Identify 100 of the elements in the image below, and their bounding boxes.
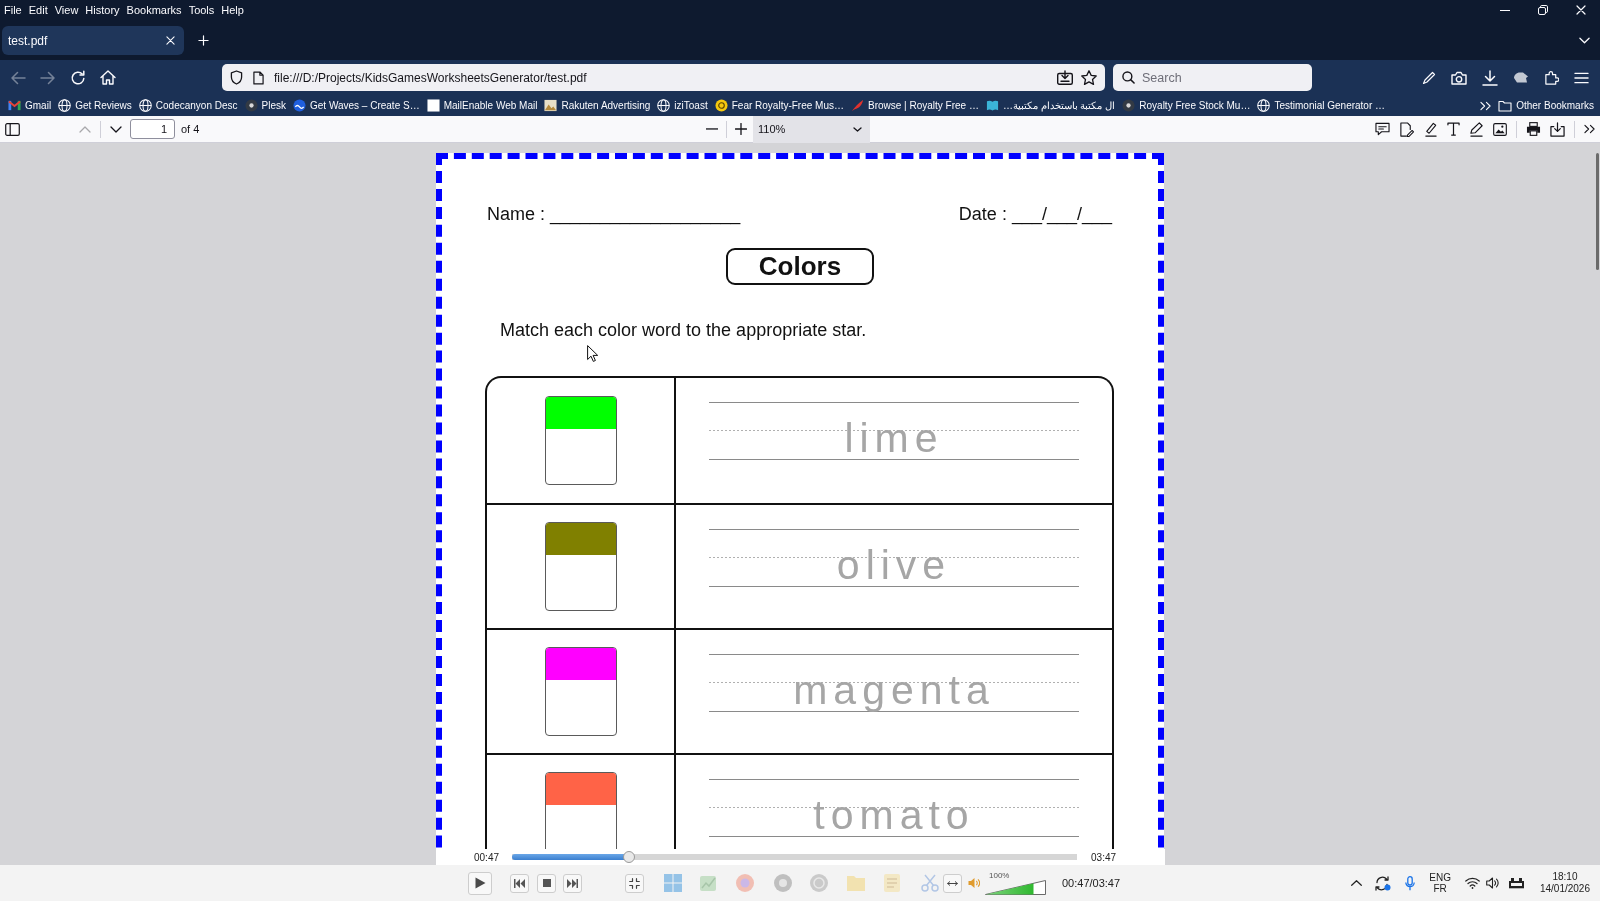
bookmark-item[interactable]: Plesk xyxy=(244,95,286,116)
pen-icon[interactable] xyxy=(1422,70,1436,85)
globe-icon xyxy=(1257,99,1271,112)
bookmark-item[interactable]: Testimonial Generator … xyxy=(1257,95,1386,116)
picture-icon xyxy=(544,99,558,112)
bookmark-item[interactable]: Browse | Royalty Free … xyxy=(850,95,979,116)
speaker-icon[interactable] xyxy=(1485,877,1499,889)
microphone-icon[interactable] xyxy=(1405,875,1416,891)
date-label: Date : xyxy=(958,203,1007,225)
feather-icon xyxy=(850,99,864,112)
worksheet-title: Colors xyxy=(726,248,874,285)
globe-icon xyxy=(58,99,72,112)
play-button[interactable] xyxy=(468,871,492,895)
sync-icon[interactable] xyxy=(1375,875,1392,891)
exit-fullscreen-button[interactable] xyxy=(625,873,644,893)
bookmark-folder[interactable]: Other Bookmarks xyxy=(1498,95,1594,116)
bookmark-item[interactable]: Codecanyon Desc xyxy=(138,95,238,116)
skip-forward-icon xyxy=(567,878,578,888)
caret-icon xyxy=(853,126,862,132)
search-field[interactable]: Search xyxy=(1113,64,1312,91)
skip-back-icon xyxy=(514,878,525,888)
time-display: 00:47/03:47 xyxy=(1062,875,1121,891)
round-logo-icon xyxy=(1122,99,1136,112)
text-tool-icon[interactable] xyxy=(1447,122,1460,136)
download-to-tray-icon[interactable] xyxy=(1057,70,1073,85)
save-icon[interactable] xyxy=(1550,121,1565,137)
camera-icon[interactable] xyxy=(1451,70,1467,85)
previous-button[interactable] xyxy=(510,873,529,893)
fill-in-line: ___________________ xyxy=(550,203,741,225)
puzzle-icon[interactable] xyxy=(1544,70,1559,85)
chevron-up-icon[interactable] xyxy=(1351,880,1363,886)
menu-item[interactable]: File xyxy=(4,0,22,20)
name-label: Name : xyxy=(487,203,546,225)
tracing-word: olive xyxy=(836,541,952,586)
resize-icon xyxy=(947,880,958,886)
tab[interactable]: test.pdf xyxy=(2,26,184,55)
mail-icon xyxy=(8,99,21,112)
instruction-text: Match each color word to the appropriate star. xyxy=(500,319,867,341)
globe-icon xyxy=(657,99,671,112)
bookmark-item[interactable]: ال مكتبة باستخدام مكتبية… xyxy=(985,95,1116,116)
menu-item[interactable]: Bookmarks xyxy=(126,0,182,20)
highlighter-icon[interactable] xyxy=(1423,121,1438,137)
extension-icon[interactable] xyxy=(1513,71,1529,84)
reload-icon[interactable] xyxy=(70,69,86,86)
restore-icon xyxy=(1538,5,1548,15)
round-logo-icon xyxy=(244,99,258,112)
wifi-icon[interactable] xyxy=(1464,877,1480,889)
stop-button[interactable] xyxy=(537,873,556,893)
sidebar-icon[interactable] xyxy=(5,122,20,136)
elapsed-time: 00:47 xyxy=(474,850,500,865)
bookmark-item[interactable]: Rakuten Advertising xyxy=(544,95,651,116)
bookmark-item[interactable]: MailEnable Web Mail xyxy=(426,95,538,116)
close-icon xyxy=(1576,5,1586,15)
page-icon xyxy=(253,70,264,85)
download-icon[interactable] xyxy=(1482,69,1498,86)
volume-track[interactable] xyxy=(985,879,1046,895)
menu-icon[interactable] xyxy=(1574,71,1589,84)
clock[interactable]: 18:10 14/01/2026 xyxy=(1539,871,1590,895)
chevron-double-icon[interactable] xyxy=(1584,124,1595,134)
bookmark-item[interactable]: iziToast xyxy=(657,95,708,116)
minimize-icon xyxy=(1500,9,1510,11)
bookmark-item[interactable]: Fear Royalty-Free Mus… xyxy=(714,95,844,116)
battery-icon[interactable] xyxy=(1507,877,1525,889)
blank-page-icon xyxy=(426,99,440,112)
resize-button[interactable] xyxy=(943,873,962,893)
url-text: file:///D:/Projects/KidsGamesWorksheetsGenerator/test.pdf xyxy=(274,69,587,87)
image-icon[interactable] xyxy=(1493,122,1507,136)
coin-icon xyxy=(714,99,728,112)
chevron-down-icon xyxy=(1578,37,1590,44)
printer-icon[interactable] xyxy=(1526,122,1541,136)
tracing-word: tomato xyxy=(813,791,975,836)
search-icon xyxy=(1122,71,1135,84)
comment-icon[interactable] xyxy=(1375,122,1390,136)
menu-item[interactable]: View xyxy=(54,0,79,20)
language-indicator[interactable]: ENG FR xyxy=(1429,872,1451,894)
zoom-in-icon[interactable] xyxy=(735,123,747,135)
bookmark-item[interactable]: Gmail xyxy=(8,95,52,116)
tracing-word: lime xyxy=(844,414,944,459)
menu-item[interactable]: Edit xyxy=(28,0,48,20)
book-icon xyxy=(985,99,999,112)
menu-item[interactable]: History xyxy=(85,0,120,20)
star-icon[interactable] xyxy=(1081,70,1097,85)
zoom-select[interactable]: 110% xyxy=(753,115,870,143)
scrollbar-thumb[interactable] xyxy=(1596,153,1599,270)
total-time: 03:47 xyxy=(1091,850,1117,865)
shield-icon[interactable] xyxy=(230,70,243,85)
pencil-icon[interactable] xyxy=(1469,121,1484,137)
seek-thumb[interactable] xyxy=(623,851,635,863)
bookmark-item[interactable]: Get Waves – Create S… xyxy=(293,95,420,116)
chevron-down-icon[interactable] xyxy=(110,125,122,133)
close-icon xyxy=(165,36,175,45)
next-button[interactable] xyxy=(563,873,582,893)
menu-item[interactable]: Tools xyxy=(188,0,215,20)
bookmark-item[interactable]: Get Reviews xyxy=(58,95,132,116)
home-icon[interactable] xyxy=(100,70,116,85)
menu-item[interactable]: Help xyxy=(221,0,244,20)
bookmark-item[interactable]: Royalty Free Stock Mu… xyxy=(1122,95,1251,116)
address-field[interactable]: file:///D:/Projects/KidsGamesWorksheetsGenerator/test.pdf xyxy=(222,64,1105,91)
page-number-field[interactable]: 1 xyxy=(130,119,175,139)
signature-icon[interactable] xyxy=(1399,121,1414,137)
